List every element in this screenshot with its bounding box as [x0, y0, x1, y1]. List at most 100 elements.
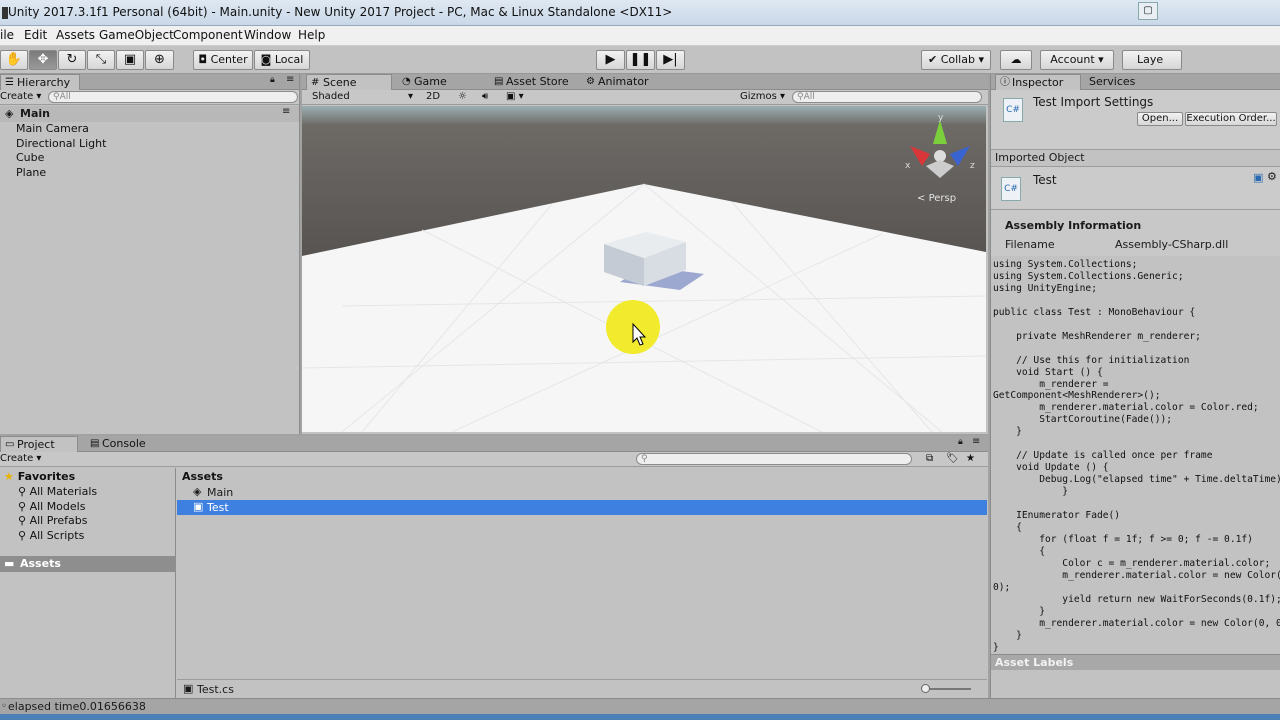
assets-root-folder[interactable]: ▬ Assets — [0, 556, 176, 572]
code-line: yield return new WaitForSeconds(0.1f); — [993, 593, 1280, 605]
effects-dropdown-icon[interactable]: ▣ ▾ — [506, 91, 524, 102]
filter-type-icon[interactable]: ⧉ — [926, 453, 933, 464]
collab-button[interactable]: ✔ Collab ▾ — [921, 50, 991, 70]
status-bar[interactable]: ◦ elapsed time0.01656638 — [0, 698, 1280, 714]
account-button[interactable]: Account ▾ — [1040, 50, 1114, 70]
lighting-toggle-icon[interactable]: ☼ — [458, 91, 467, 102]
play-button[interactable]: ▶ — [596, 50, 625, 70]
filter-label-icon[interactable]: 🏷︎ — [946, 453, 959, 464]
tab-project[interactable]: ▭ Project — [0, 436, 78, 452]
tab-game[interactable]: ◔ Game — [398, 74, 478, 90]
scene-render: y x z < Persp — [302, 106, 986, 432]
slider-thumb[interactable] — [921, 684, 930, 693]
code-line: void Start () { — [993, 366, 1103, 378]
favorite-item[interactable]: ⚲ All Prefabs — [18, 514, 88, 527]
scene-search-input[interactable]: ⚲All — [792, 91, 982, 103]
hierarchy-search-input[interactable]: ⚲All — [48, 91, 298, 103]
gear-icon[interactable]: ⚙ — [1267, 170, 1277, 183]
project-content: Assets ◈ Main ▣ Test — [177, 468, 987, 698]
tab-console[interactable]: ▤ Console — [86, 436, 166, 452]
project-folder-tree: ★ Favorites ⚲ All Materials ⚲ All Models… — [0, 468, 176, 698]
scale-tool-button[interactable]: ⤡ — [87, 50, 115, 70]
tab-console-label: Console — [102, 437, 146, 450]
menu-file[interactable]: ile — [0, 28, 14, 42]
hash-icon: # — [311, 77, 320, 88]
asset-row-selected[interactable]: ▣ Test — [177, 500, 987, 515]
code-line: { — [993, 521, 1022, 533]
pivot-center-button[interactable]: ◘ Center — [193, 50, 253, 70]
menu-window[interactable]: Window — [244, 28, 291, 42]
hierarchy-create-dropdown[interactable]: Create ▾ — [0, 91, 41, 102]
status-message: elapsed time0.01656638 — [8, 700, 146, 713]
code-line: StartCoroutine(Fade()); — [993, 414, 1173, 426]
help-book-icon[interactable]: ▣ — [1253, 171, 1263, 184]
shading-dropdown[interactable]: Shaded ▾ — [312, 91, 416, 102]
project-tabrow: ▭ Project ▤ Console 🔒︎ ≡ — [0, 436, 988, 452]
scene-viewport[interactable]: y x z < Persp — [302, 106, 986, 432]
menu-help[interactable]: Help — [298, 28, 325, 42]
menu-component[interactable]: Component — [173, 28, 243, 42]
audio-toggle-icon[interactable]: 🔊︎ — [482, 91, 488, 102]
lock-icon[interactable]: 🔒︎ — [270, 75, 275, 85]
favorite-item[interactable]: ⚲ All Scripts — [18, 529, 84, 542]
pause-button[interactable]: ❚❚ — [626, 50, 655, 70]
tab-scene[interactable]: # Scene — [306, 74, 392, 90]
code-line: IEnumerator Fade() — [993, 510, 1121, 522]
rect-tool-button[interactable]: ▣ — [116, 50, 144, 70]
execution-order-button[interactable]: Execution Order... — [1185, 112, 1277, 126]
tab-asset-store[interactable]: ▤ Asset Store — [490, 74, 576, 90]
favorites-header[interactable]: ★ Favorites — [4, 470, 75, 483]
menu-assets[interactable]: Assets — [56, 28, 95, 42]
open-button[interactable]: Open... — [1137, 112, 1183, 126]
projection-label: < Persp — [917, 193, 956, 204]
cloud-button[interactable]: ☁ — [1000, 50, 1032, 70]
tab-animator[interactable]: ⚙ Animator — [582, 74, 662, 90]
hierarchy-item[interactable]: Plane — [16, 166, 46, 179]
mode-2d-toggle[interactable]: 2D — [426, 91, 440, 102]
tab-inspector[interactable]: ⓘ Inspector — [995, 74, 1081, 90]
gizmos-dropdown[interactable]: Gizmos ▾ — [740, 91, 785, 102]
transform-tool-button[interactable]: ⊕ — [145, 50, 174, 70]
minimize-button[interactable]: ▢ — [1138, 2, 1158, 20]
hierarchy-item[interactable]: Directional Light — [16, 137, 106, 150]
project-search-input[interactable]: ⚲ — [636, 453, 912, 465]
hierarchy-item[interactable]: Cube — [16, 151, 44, 164]
search-icon: ⚲ — [18, 514, 30, 527]
panel-menu-icon[interactable]: ≡ — [286, 74, 294, 85]
lock-icon[interactable]: 🔒︎ — [958, 437, 963, 447]
rotate-tool-button[interactable]: ↻ — [58, 50, 86, 70]
icon-size-slider[interactable] — [923, 688, 971, 690]
unity-scene-icon: ◈ — [193, 485, 202, 498]
hierarchy-tabrow: ☰ Hierarchy 🔒︎ ≡ — [0, 74, 299, 90]
hierarchy-item[interactable]: Main Camera — [16, 122, 89, 135]
favorite-item[interactable]: ⚲ All Models — [18, 500, 85, 513]
tab-project-label: Project — [17, 438, 55, 451]
layers-button[interactable]: Laye — [1122, 50, 1182, 70]
pivot-local-button[interactable]: ◙ Local — [254, 50, 310, 70]
move-tool-button[interactable]: ✥ — [29, 50, 57, 70]
menu-gameobject[interactable]: GameObject — [99, 28, 174, 42]
tab-services[interactable]: Services — [1083, 74, 1163, 90]
scene-header-row[interactable]: ◈ Main ≡ — [0, 106, 299, 122]
csharp-script-icon: ▣ — [193, 500, 204, 513]
main-toolbar: ✋ ✥ ↻ ⤡ ▣ ⊕ ◘ Center ◙ Local ▶ ❚❚ ▶| ✔ C… — [0, 46, 1280, 74]
tab-services-label: Services — [1089, 75, 1136, 88]
scene-menu-icon[interactable]: ≡ — [282, 106, 290, 117]
favorite-item[interactable]: ⚲ All Materials — [18, 485, 97, 498]
favorite-label: All Prefabs — [29, 514, 88, 527]
favorite-star-icon[interactable]: ★ — [966, 453, 975, 464]
hand-tool-button[interactable]: ✋ — [0, 50, 28, 70]
hierarchy-create-label: Create — [0, 91, 34, 102]
menu-edit[interactable]: Edit — [24, 28, 47, 42]
assets-breadcrumb[interactable]: Assets — [182, 470, 223, 483]
tab-hierarchy[interactable]: ☰ Hierarchy — [0, 74, 80, 90]
asset-row[interactable]: ◈ Main — [177, 485, 987, 500]
window-titlebar: Unity 2017.3.1f1 Personal (64bit) - Main… — [0, 0, 1280, 26]
imported-object-row: C# Test ▣ ⚙ — [991, 166, 1280, 210]
tab-inspector-label: Inspector — [1012, 76, 1064, 89]
project-create-dropdown[interactable]: Create ▾ — [0, 453, 41, 464]
step-button[interactable]: ▶| — [656, 50, 685, 70]
panel-menu-icon[interactable]: ≡ — [972, 436, 980, 447]
assembly-info-header: Assembly Information — [1005, 219, 1142, 232]
